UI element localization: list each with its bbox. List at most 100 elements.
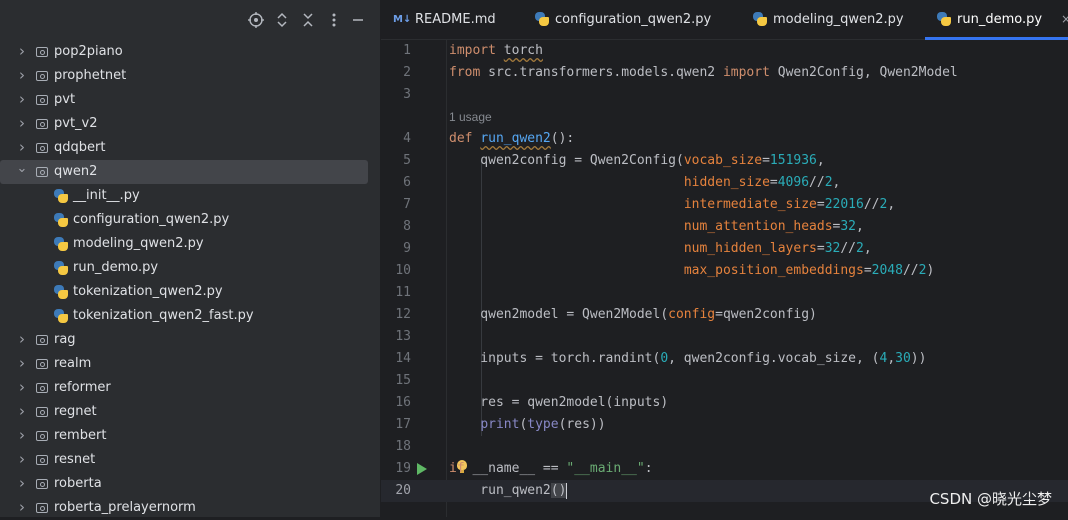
tree-file[interactable]: configuration_qwen2.py [0, 208, 380, 232]
folder-icon [36, 503, 48, 513]
editor-tab[interactable]: modeling_qwen2.py [753, 0, 904, 39]
more-vertical-icon[interactable] [324, 10, 344, 30]
tree-folder[interactable]: › qdqbert [0, 136, 380, 160]
code-line[interactable]: 5 qwen2config = Qwen2Config(vocab_size=1… [381, 150, 1068, 172]
code-line[interactable]: 1 import torch [381, 40, 1068, 62]
code-token: hidden_size [683, 175, 770, 190]
tree-folder[interactable]: › regnet [0, 400, 380, 424]
folder-icon [36, 383, 48, 393]
chevron-right-icon[interactable]: › [15, 40, 29, 62]
code-token: run_qwen2 [449, 483, 551, 498]
chevron-right-icon[interactable]: › [15, 352, 29, 374]
code-line[interactable]: 8 num_attention_heads=32, [381, 216, 1068, 238]
code-editor[interactable]: 1 usage 1 import torch 2 from src.transforme… [381, 40, 1068, 517]
tree-item-label: qwen2 [54, 164, 98, 179]
tree-item-label: reformer [54, 380, 111, 395]
code-token: 32 [840, 219, 857, 234]
code-token: config [668, 307, 716, 322]
code-token: =qwen2config) [715, 307, 817, 322]
code-token: 2 [824, 175, 833, 190]
code-token: max_position_embeddings [683, 263, 864, 278]
tree-file[interactable]: modeling_qwen2.py [0, 232, 380, 256]
code-line[interactable]: 2 from src.transformers.models.qwen2 impo… [381, 62, 1068, 84]
tree-folder[interactable]: › prophetnet [0, 64, 380, 88]
collapse-all-icon[interactable] [298, 10, 318, 30]
code-line[interactable]: 18 [381, 436, 1068, 458]
line-number: 2 [403, 65, 411, 80]
code-token: num_hidden_layers [683, 241, 817, 256]
chevron-down-icon[interactable]: ⌄ [15, 160, 29, 178]
tree-file[interactable]: __init__.py [0, 184, 380, 208]
chevron-right-icon[interactable]: › [15, 472, 29, 494]
tree-folder[interactable]: › realm [0, 352, 380, 376]
python-file-icon [937, 12, 951, 26]
tree-folder[interactable]: › resnet [0, 448, 380, 472]
code-line[interactable]: 19 if __name__ == "__main__": [381, 458, 1068, 480]
chevron-right-icon[interactable]: › [15, 424, 29, 446]
folder-icon [36, 167, 48, 177]
code-token: vocab_size [683, 153, 763, 168]
chevron-right-icon[interactable]: › [15, 496, 29, 518]
line-number: 9 [403, 241, 411, 256]
code-token: torch [503, 43, 543, 58]
code-line[interactable]: 12 qwen2model = Qwen2Model(config=qwen2c… [381, 304, 1068, 326]
code-token: (): [550, 131, 575, 146]
chevron-right-icon[interactable]: › [15, 400, 29, 422]
python-logo-yellow [539, 17, 549, 26]
tree-item-label: pop2piano [54, 44, 123, 59]
code-text: intermediate_size=22016//2, [449, 194, 895, 216]
close-icon[interactable]: × [1061, 0, 1068, 39]
minimize-icon[interactable] [348, 10, 368, 30]
code-line[interactable]: 4 def run_qwen2(): [381, 128, 1068, 150]
code-line[interactable]: 9 num_hidden_layers=32//2, [381, 238, 1068, 260]
tree-file[interactable]: run_demo.py [0, 256, 380, 280]
code-line[interactable]: 16 res = qwen2model(inputs) [381, 392, 1068, 414]
code-token: = [863, 263, 872, 278]
tree-folder[interactable]: › roberta_prelayernorm [0, 496, 380, 520]
code-text: import torch [449, 40, 543, 62]
chevron-right-icon[interactable]: › [15, 136, 29, 158]
code-line[interactable]: 3 [381, 84, 1068, 106]
editor-tab[interactable]: configuration_qwen2.py [535, 0, 711, 39]
code-line[interactable]: 17 print(type(res)) [381, 414, 1068, 436]
tree-folder[interactable]: › pvt [0, 88, 380, 112]
code-text: from src.transformers.models.qwen2 impor… [449, 62, 958, 84]
tree-folder[interactable]: › pvt_v2 [0, 112, 380, 136]
chevron-right-icon[interactable]: › [15, 376, 29, 398]
expand-collapse-icon[interactable] [272, 10, 292, 30]
code-token: 4096 [777, 175, 810, 190]
code-token: , [816, 153, 825, 168]
code-line[interactable]: 11 [381, 282, 1068, 304]
editor-tab[interactable]: run_demo.py × [924, 0, 1068, 40]
chevron-right-icon[interactable]: › [15, 112, 29, 134]
code-line[interactable]: 13 [381, 326, 1068, 348]
chevron-right-icon[interactable]: › [15, 88, 29, 110]
code-token: type [527, 417, 559, 432]
tree-folder[interactable]: › rembert [0, 424, 380, 448]
tree-folder[interactable]: › reformer [0, 376, 380, 400]
code-text: qwen2model = Qwen2Model(config=qwen2conf… [449, 304, 817, 326]
editor-tab[interactable]: M↓ README.md [393, 0, 496, 39]
code-line[interactable]: 7 intermediate_size=22016//2, [381, 194, 1068, 216]
code-line[interactable]: 15 [381, 370, 1068, 392]
chevron-right-icon[interactable]: › [15, 448, 29, 470]
usage-hint[interactable]: 1 usage [449, 106, 492, 128]
code-line[interactable]: 10 max_position_embeddings=2048//2) [381, 260, 1068, 282]
tree-folder[interactable]: ⌄ qwen2 [0, 160, 368, 184]
tree-file[interactable]: tokenization_qwen2.py [0, 280, 380, 304]
code-line[interactable]: 6 hidden_size=4096//2, [381, 172, 1068, 194]
tree-folder[interactable]: › roberta [0, 472, 380, 496]
python-logo-yellow [941, 17, 951, 26]
line-number: 4 [403, 131, 411, 146]
chevron-right-icon[interactable]: › [15, 64, 29, 86]
run-icon[interactable] [417, 463, 427, 475]
crosshair-icon[interactable] [246, 10, 266, 30]
tree-folder[interactable]: › rag [0, 328, 380, 352]
code-token: = [816, 241, 825, 256]
chevron-right-icon[interactable]: › [15, 328, 29, 350]
tree-file[interactable]: tokenization_qwen2_fast.py [0, 304, 380, 328]
code-line[interactable]: 14 inputs = torch.randint(0, qwen2config… [381, 348, 1068, 370]
tree-folder[interactable]: › pop2piano [0, 40, 380, 64]
python-logo-yellow [58, 242, 68, 251]
